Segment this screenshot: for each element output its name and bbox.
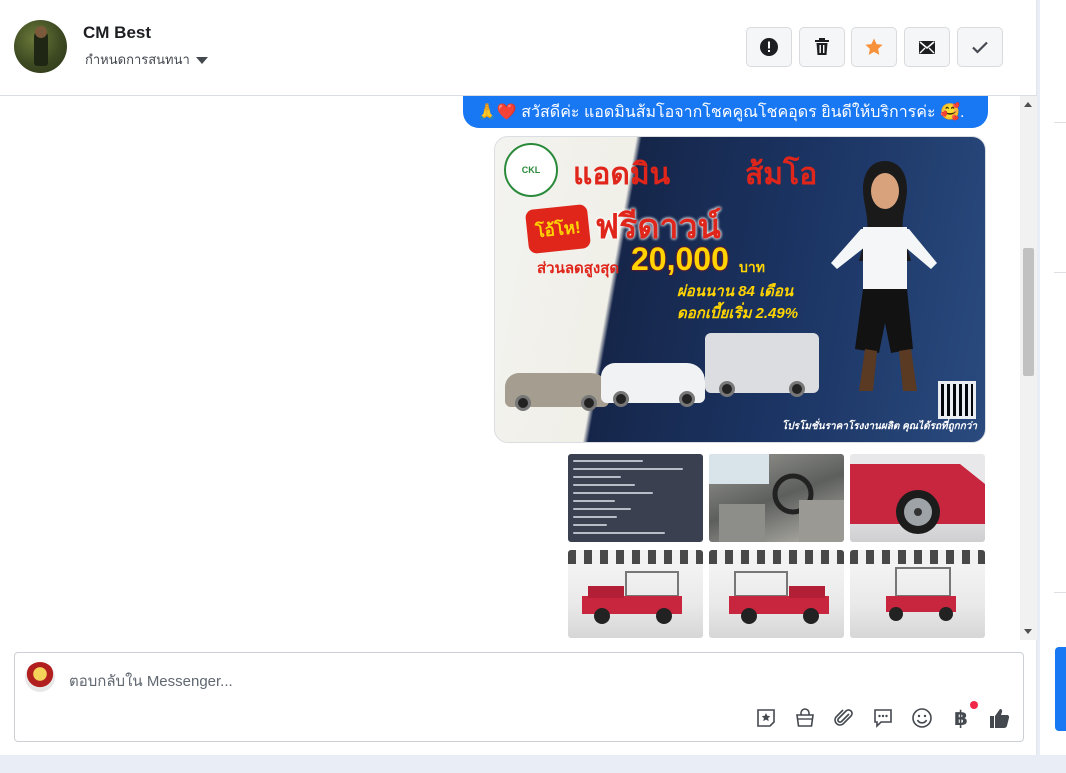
payment-button[interactable]: ฿ — [950, 701, 978, 730]
shop-button[interactable] — [794, 707, 816, 729]
scroll-down-icon[interactable] — [1024, 629, 1032, 634]
mark-spam-button[interactable] — [746, 27, 792, 67]
mark-unread-button[interactable] — [904, 27, 950, 67]
promo-car-cargo-truck — [705, 333, 819, 397]
emoji-icon — [912, 708, 932, 728]
star-button[interactable] — [851, 27, 897, 67]
promo-footer: โปรโมชั่นราคาโรงงานผลิต คุณได้รถที่ถูกกว… — [781, 421, 977, 432]
promo-discount-label: ส่วนลดสูงสุด — [537, 260, 620, 277]
promo-car-sedan — [505, 373, 609, 411]
photo-thumbnail-truck-side[interactable] — [568, 550, 703, 638]
notification-dot — [970, 701, 978, 709]
sticker-button[interactable] — [755, 707, 777, 729]
reply-input[interactable]: ตอบกลับใน Messenger... — [69, 669, 233, 693]
saved-reply-icon — [874, 709, 892, 728]
attach-button[interactable] — [833, 707, 855, 729]
saved-replies-button[interactable] — [872, 707, 894, 729]
promo-image[interactable]: CKL แอดมิน ส้มโอ โอ้โห! ฟรีดาวน์ ส่วนลดส… — [494, 136, 986, 443]
conversation-header: CM Best กำหนดการสนทนา — [0, 0, 1037, 96]
scroll-up-icon[interactable] — [1024, 102, 1032, 107]
message-bubble[interactable]: 🙏❤️ สวัสดีค่ะ แอดมินส้มโอจากโชคคูณโชคอุด… — [463, 96, 988, 128]
promo-interest: ดอกเบี้ยเริ่ม 2.49% — [677, 305, 799, 322]
promo-burst: โอ้โห! — [524, 203, 592, 255]
promo-model-figure — [831, 161, 937, 391]
sidebar-tab[interactable] — [1055, 647, 1066, 731]
mark-done-button[interactable] — [957, 27, 1003, 67]
emoji-button[interactable] — [911, 707, 933, 729]
promo-installment: ผ่อนนาน 84 เดือน — [677, 283, 794, 300]
photo-thumbnail-document[interactable] — [568, 454, 703, 542]
photo-thumbnail-truck-side-2[interactable] — [709, 550, 844, 638]
like-button[interactable] — [989, 707, 1011, 729]
alert-circle-icon — [760, 38, 778, 56]
contact-name[interactable]: CM Best — [83, 23, 151, 43]
schedule-dropdown[interactable]: กำหนดการสนทนา — [85, 49, 208, 70]
check-icon — [972, 41, 988, 54]
attachment-icon — [834, 709, 853, 726]
sticker-icon — [757, 709, 775, 727]
promo-discount-unit: บาท — [739, 259, 765, 275]
contact-avatar[interactable] — [14, 20, 67, 73]
right-sidebar-strip — [1040, 0, 1066, 755]
baht-icon: ฿ — [954, 707, 968, 730]
promo-headline-right: ส้มโอ — [745, 158, 818, 191]
trash-icon — [815, 38, 829, 55]
promo-headline-left: แอดมิน — [573, 158, 671, 191]
star-icon — [865, 38, 883, 55]
qr-code — [938, 381, 976, 419]
photo-thumbnail-wheel[interactable] — [850, 454, 985, 542]
scrollbar-thumb[interactable] — [1023, 248, 1034, 376]
photo-thumbnail-interior[interactable] — [709, 454, 844, 542]
promo-discount-amount: 20,000 — [631, 241, 729, 277]
message-thread: 🙏❤️ สวัสดีค่ะ แอดมินส้มโอจากโชคคูณโชคอุด… — [0, 96, 1020, 640]
like-icon — [990, 709, 1010, 728]
caret-down-icon — [195, 57, 208, 64]
delete-button[interactable] — [799, 27, 845, 67]
photo-thumbnail-truck-rear[interactable] — [850, 550, 985, 638]
dealer-logo: CKL — [504, 143, 558, 197]
page-avatar — [25, 662, 55, 692]
schedule-label: กำหนดการสนทนา — [85, 52, 190, 67]
shopping-bag-icon — [796, 708, 814, 727]
reply-composer: ตอบกลับใน Messenger... ฿ — [14, 652, 1024, 742]
thread-scrollbar[interactable] — [1020, 96, 1037, 640]
composer-toolbar: ฿ — [755, 701, 1011, 730]
promo-car-pickup-white — [601, 363, 705, 407]
envelope-icon — [919, 41, 935, 54]
